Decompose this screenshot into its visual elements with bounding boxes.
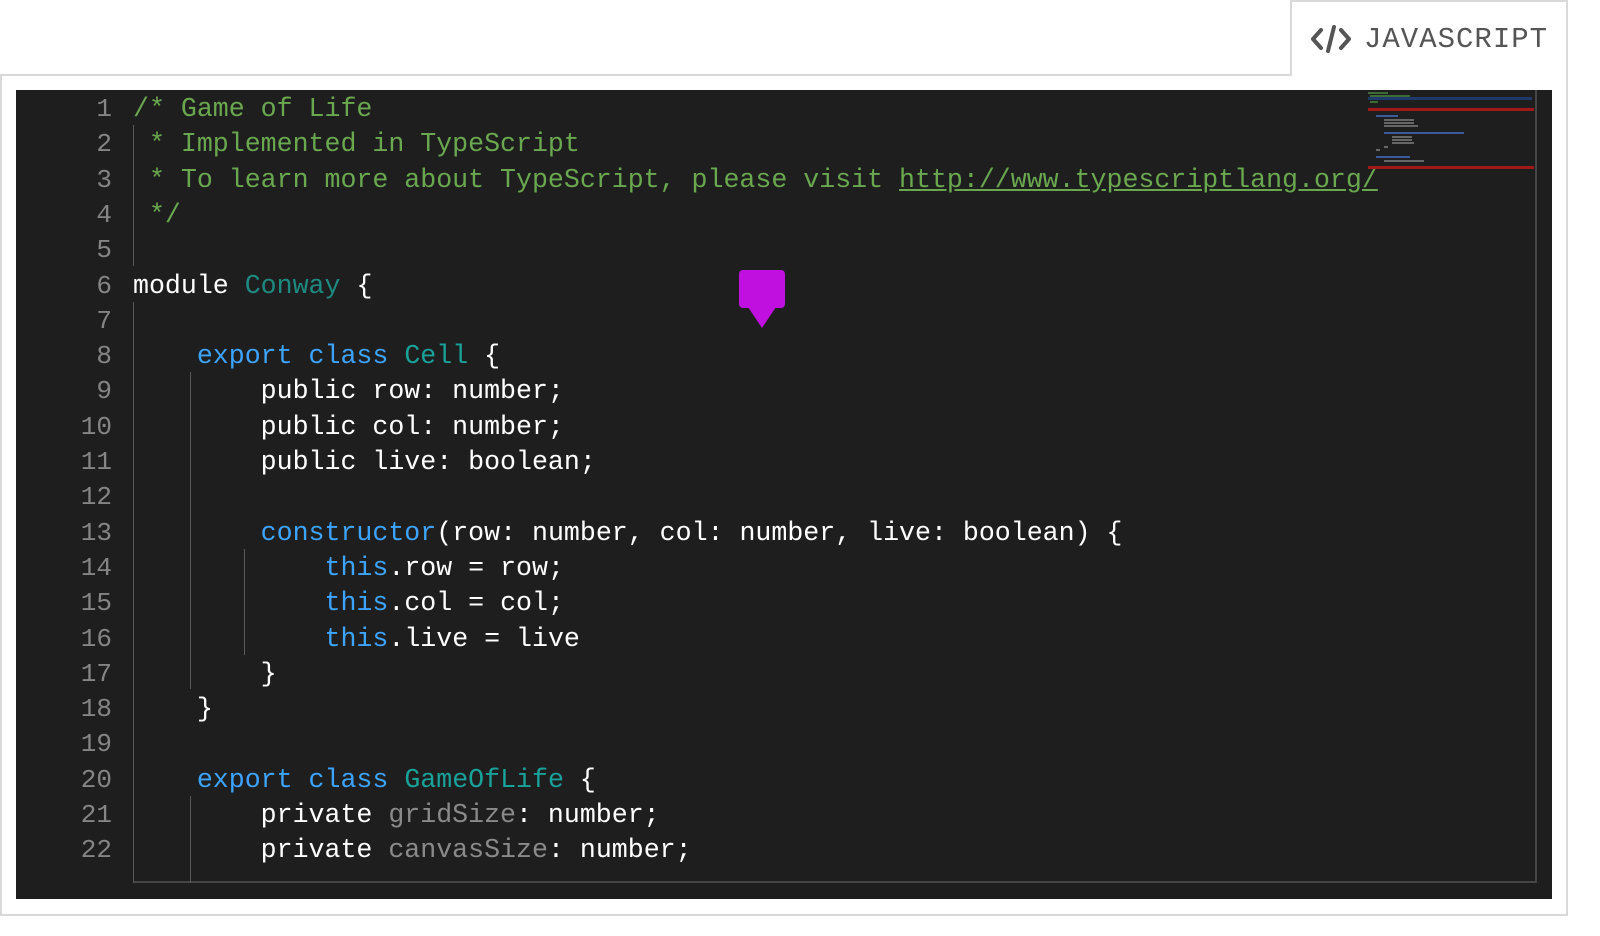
- code-token: this: [324, 623, 389, 654]
- line-number: 19: [80, 729, 112, 760]
- line-number: 9: [96, 376, 112, 407]
- code-line[interactable]: /* Game of Life: [133, 92, 372, 127]
- code-token: export class: [196, 341, 405, 372]
- line-number: 12: [80, 482, 112, 513]
- code-token: Cell: [404, 341, 469, 372]
- code-token: }: [133, 658, 277, 689]
- code-link[interactable]: http://www.typescriptlang.org/: [899, 165, 1378, 195]
- code-token: (row: number, col: number, live: boolean…: [436, 517, 1123, 548]
- code-token: gridSize: [388, 800, 517, 830]
- line-number: 11: [80, 447, 112, 477]
- code-token: */: [133, 199, 181, 230]
- line-number: 5: [96, 235, 112, 266]
- line-number: 6: [96, 270, 112, 301]
- line-number: 2: [96, 129, 112, 160]
- code-token: public live: boolean;: [133, 447, 596, 477]
- line-number: 1: [96, 94, 112, 124]
- code-token: canvasSize: [388, 835, 548, 866]
- comment-marker-icon[interactable]: [739, 270, 785, 330]
- code-line[interactable]: */: [133, 198, 181, 233]
- code-token: GameOfLife: [404, 764, 564, 795]
- line-number: 17: [80, 658, 112, 689]
- code-token: private: [133, 835, 389, 866]
- code-token: }: [133, 694, 213, 725]
- code-line[interactable]: }: [133, 692, 213, 727]
- code-token: export class: [196, 764, 405, 795]
- code-token: * To learn more about TypeScript, please…: [133, 164, 900, 195]
- code-token: * Implemented in TypeScript: [133, 129, 580, 160]
- line-number: 4: [96, 199, 112, 230]
- code-token: : number;: [516, 800, 660, 830]
- line-number: 7: [96, 305, 112, 336]
- code-token: .live = live: [388, 623, 580, 654]
- line-number: 3: [96, 164, 112, 195]
- code-token: this: [324, 552, 389, 583]
- code-token: /* Game of Life: [133, 94, 373, 124]
- code-token: public row: number;: [133, 376, 564, 407]
- language-label: JAVASCRIPT: [1364, 22, 1549, 56]
- code-line[interactable]: }: [133, 657, 277, 692]
- code-icon: [1310, 24, 1352, 54]
- code-token: this: [324, 588, 389, 619]
- code-line[interactable]: this.row = row;: [133, 551, 564, 586]
- code-line[interactable]: public live: boolean;: [133, 445, 596, 480]
- line-number: 13: [80, 517, 112, 548]
- language-tab[interactable]: JAVASCRIPT: [1290, 0, 1568, 76]
- page: JAVASCRIPT 1 2 3 4 5 6 7 8 9 10 11 12 13 14 15 16 17 18 19…: [0, 0, 1600, 936]
- code-editor[interactable]: 1 2 3 4 5 6 7 8 9 10 11 12 13 14 15 16 17 18 19 20 21 22 /* G…: [16, 90, 1552, 899]
- code-token: module: [133, 270, 245, 301]
- line-number: 16: [80, 623, 112, 654]
- code-line[interactable]: this.col = col;: [133, 586, 564, 621]
- code-token: Conway: [244, 270, 341, 301]
- code-line[interactable]: private gridSize: number;: [133, 798, 660, 833]
- code-token: {: [468, 341, 501, 372]
- line-number: 10: [80, 411, 112, 442]
- line-number: 20: [80, 764, 112, 795]
- code-line[interactable]: * To learn more about TypeScript, please…: [133, 163, 1378, 198]
- code-line[interactable]: * Implemented in TypeScript: [133, 127, 580, 162]
- code-token: private: [133, 800, 389, 830]
- line-number: 22: [80, 835, 112, 866]
- code-line[interactable]: export class Cell {: [133, 339, 500, 374]
- code-token: : number;: [547, 835, 692, 866]
- code-line[interactable]: public col: number;: [133, 410, 564, 445]
- code-token: constructor: [260, 517, 437, 548]
- code-content[interactable]: /* Game of Life * Implemented in TypeScr…: [133, 90, 1537, 883]
- minimap-preview[interactable]: [1368, 90, 1536, 180]
- code-line[interactable]: public row: number;: [133, 374, 564, 409]
- line-number: 14: [80, 552, 112, 583]
- code-token: {: [340, 270, 373, 301]
- line-number: 21: [80, 800, 112, 830]
- code-token: {: [563, 764, 596, 795]
- line-number: 15: [80, 588, 112, 619]
- code-line[interactable]: export class GameOfLife {: [133, 763, 596, 798]
- line-number: 18: [80, 694, 112, 725]
- code-line[interactable]: private canvasSize: number;: [133, 833, 692, 868]
- code-line[interactable]: constructor(row: number, col: number, li…: [133, 516, 1123, 551]
- code-line[interactable]: this.live = live: [133, 622, 580, 657]
- code-line[interactable]: module Conway {: [133, 269, 372, 304]
- line-number-gutter: 1 2 3 4 5 6 7 8 9 10 11 12 13 14 15 16 17 18 19 20 21 22: [16, 90, 116, 899]
- code-token: .col = col;: [388, 588, 564, 619]
- code-token: public col: number;: [133, 411, 564, 442]
- line-number: 8: [96, 341, 112, 372]
- code-token: .row = row;: [388, 552, 564, 583]
